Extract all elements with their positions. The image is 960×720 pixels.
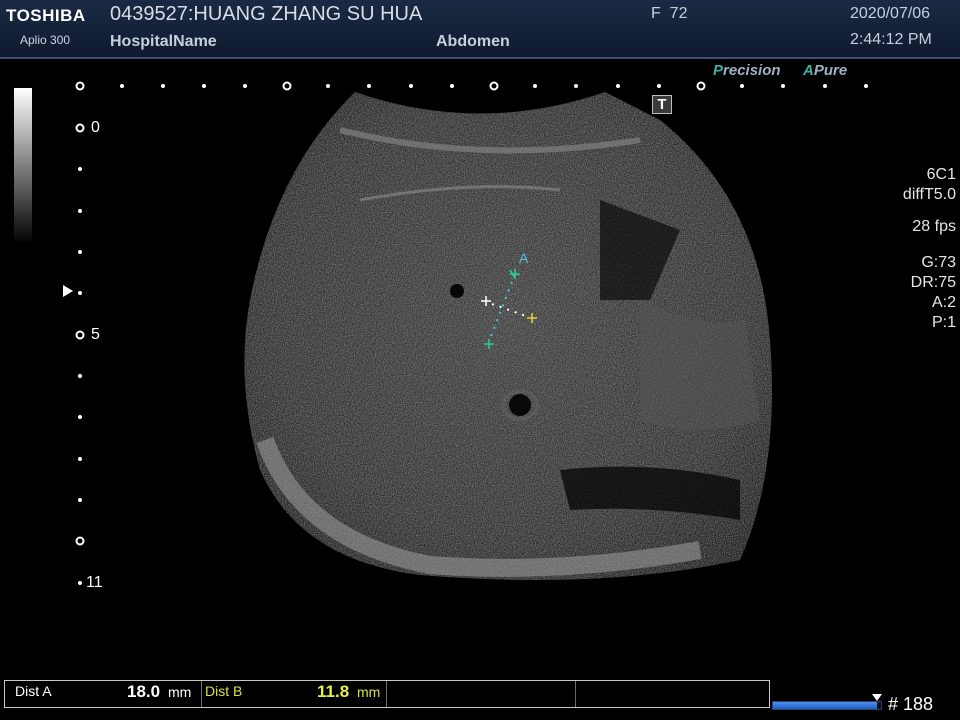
cine-progress-bar[interactable] bbox=[772, 701, 882, 710]
top-scale bbox=[75, 81, 868, 91]
measurement-bar: Dist A 18.0 mm Dist B 11.8 mm bbox=[4, 680, 770, 708]
caliper-label: A bbox=[519, 250, 529, 266]
grayscale-bar bbox=[14, 88, 32, 244]
frame-count: # 188 bbox=[888, 694, 934, 714]
precision-initial: P bbox=[713, 62, 724, 79]
depth-label-5: 5 bbox=[91, 326, 100, 343]
depth-ticks bbox=[75, 123, 85, 585]
a-value: A:2 bbox=[931, 294, 956, 311]
dist-a-value: 18.0 bbox=[127, 682, 161, 701]
precision-tag: Precision bbox=[713, 62, 781, 79]
scan-parameters: 6C1 diffT5.0 28 fps G:73 DR:75 A:2 P:1 bbox=[846, 165, 956, 333]
frame-info: F 72 bbox=[651, 5, 688, 22]
exam-time: 2:44:12 PM bbox=[850, 31, 932, 48]
dist-b-value: 11.8 bbox=[317, 682, 350, 701]
cine-position-marker-icon[interactable] bbox=[872, 694, 882, 701]
p-value: P:1 bbox=[931, 314, 956, 331]
ultrasound-image bbox=[75, 81, 868, 585]
apure-rest: Pure bbox=[813, 62, 848, 79]
exam-date: 2020/07/06 bbox=[850, 5, 931, 22]
dist-a-unit: mm bbox=[168, 684, 192, 700]
text-annotation-icon[interactable]: T bbox=[652, 95, 672, 114]
device-model: Aplio 300 bbox=[20, 33, 71, 47]
focus-marker-icon[interactable] bbox=[63, 285, 73, 297]
dist-b-label: Dist B bbox=[205, 683, 243, 699]
depth-label-11: 11 bbox=[86, 574, 103, 591]
hospital-name: HospitalName bbox=[110, 33, 217, 50]
dist-b-unit: mm bbox=[357, 684, 381, 700]
apure-tag: APure bbox=[803, 62, 847, 79]
depth-label-0: 0 bbox=[91, 119, 100, 136]
gain-value: G:73 bbox=[921, 254, 956, 271]
exam-preset: Abdomen bbox=[436, 33, 510, 50]
dynamic-range-value: DR:75 bbox=[910, 274, 956, 291]
ultrasound-screen: A TOSHIBA Aplio 300 0439527:HUANG ZHANG … bbox=[0, 0, 960, 720]
measurement-cell-empty-2[interactable] bbox=[575, 681, 769, 707]
dist-b-cell[interactable]: Dist B 11.8 mm bbox=[201, 681, 387, 707]
precision-rest: recision bbox=[723, 62, 781, 79]
cine-progress-fill bbox=[773, 702, 877, 709]
dist-a-cell[interactable]: Dist A 18.0 mm bbox=[5, 681, 202, 707]
header-bar: TOSHIBA Aplio 300 0439527:HUANG ZHANG SU… bbox=[0, 0, 960, 59]
tissue-region bbox=[244, 92, 772, 580]
imaging-mode: diffT5.0 bbox=[902, 186, 956, 203]
measurement-cell-empty-1[interactable] bbox=[386, 681, 576, 707]
probe-name: 6C1 bbox=[926, 166, 956, 183]
frame-rate: 28 fps bbox=[912, 218, 956, 235]
patient-id: 0439527:HUANG ZHANG SU HUA bbox=[110, 3, 423, 25]
apure-initial: A bbox=[803, 62, 814, 79]
brand-logo: TOSHIBA bbox=[6, 6, 86, 25]
dist-a-label: Dist A bbox=[15, 683, 52, 699]
